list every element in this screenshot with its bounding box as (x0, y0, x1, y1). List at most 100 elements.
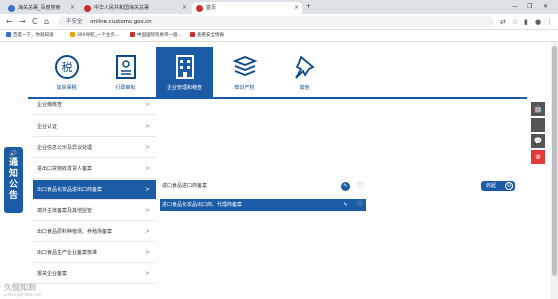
scrollbar-thumb[interactable] (552, 46, 557, 276)
certificate-icon (115, 55, 136, 79)
chevron-right-icon: > (144, 165, 150, 172)
submenu-item-exporter-agent-filing[interactable]: 进口食品化妆品出口商、代理商备案 (160, 199, 366, 211)
category-other[interactable]: 其他 (276, 47, 333, 97)
browser-tab-home[interactable]: 首页 × (192, 2, 302, 14)
profile-icon[interactable]: ● (535, 16, 541, 28)
address-bar-row: ← → C ⌂ 不安全 online.customs.gov.cn ⇄ ☆ ▮ … (0, 14, 558, 30)
apple-app-button[interactable] (531, 118, 545, 132)
chevron-right-icon: > (144, 101, 150, 108)
building-icon (175, 55, 194, 79)
menu-item-label: 企业稽核查 (37, 102, 63, 108)
bookmark-star-icon[interactable]: ☆ (512, 16, 518, 28)
menu-item-customs-broker[interactable]: 报关企业备案 > (33, 264, 156, 284)
menu-item-overseas-entity[interactable]: 境外主体备案及其他监管 > (33, 201, 156, 221)
menu-item-label: 进出口货物收发货人备案 (37, 166, 93, 172)
minimize-button[interactable]: — (512, 0, 518, 14)
sidebar-icon[interactable]: ▮ (524, 16, 528, 28)
menu-item-food-cosmetics-filing[interactable]: 出口食品化妆品进出口商备案 > (33, 180, 156, 200)
close-window-button[interactable]: ✕ (543, 0, 548, 14)
category-intellectual-property[interactable]: 知识产权 (216, 47, 273, 97)
category-enterprise-management[interactable]: 企业管理和稽查 (156, 47, 213, 97)
menu-item-label: 出口食品化妆品进出口商备案 (37, 187, 103, 193)
favorite-star-icon[interactable]: ☆ (356, 200, 364, 209)
bookmark-360[interactable]: 360导航_一个主页... (70, 30, 119, 42)
new-tab-button[interactable]: + (306, 0, 311, 14)
browser-tab-customs[interactable]: 中华人民共和国海关总署 × (80, 2, 190, 14)
edit-icon[interactable]: ✎ (341, 201, 350, 210)
close-side-tools-button[interactable]: ⊗ (531, 150, 545, 164)
security-icon (190, 32, 195, 37)
watermark-sub: jiuhengzhidao.com (4, 292, 42, 297)
menu-item-producer-approval[interactable]: 出口食品生产企业备案核准 > (33, 243, 156, 263)
maximize-button[interactable]: ❐ (527, 0, 532, 14)
wechat-icon: 💬 (533, 137, 543, 145)
tab-title: 海关总署_百度搜索 (18, 5, 61, 11)
menu-item-label: 企业信息公示及异议处理 (37, 145, 93, 151)
translate-icon[interactable]: ⇄ (500, 16, 506, 28)
collapse-button[interactable]: 收起 ⊖ (481, 181, 515, 191)
category-bonded-processing[interactable]: 税 加贸保税 (38, 47, 95, 97)
back-button[interactable]: ← (6, 16, 13, 28)
customs-favicon-icon (84, 5, 91, 12)
close-icon: ⊗ (535, 153, 541, 161)
category-label: 知识产权 (234, 85, 255, 91)
category-label: 行政审批 (115, 85, 136, 91)
tab-close-icon[interactable]: × (182, 2, 187, 14)
notice-floating-tab[interactable]: 🔊 通知公告 (4, 147, 23, 213)
tab-close-icon[interactable]: × (294, 2, 299, 14)
menu-item-farm-filing[interactable]: 出口食品原料种植场、养殖场备案 > (33, 222, 156, 242)
menu-item-label: 境外主体备案及其他监管 (37, 208, 93, 214)
chevron-right-icon: > (144, 249, 150, 256)
wechat-button[interactable]: 💬 (531, 134, 545, 148)
books-icon (232, 56, 257, 76)
category-admin-approval[interactable]: 行政审批 (97, 47, 154, 97)
menu-item-label: 报关企业备案 (37, 271, 68, 277)
menu-item-consignee-filing[interactable]: 进出口货物收发货人备案 > (33, 159, 156, 179)
menu-item-label: 出口食品原料种植场、养殖场备案 (37, 229, 113, 235)
watermark-main: 久恒知到 (4, 283, 36, 292)
reload-button[interactable]: C (32, 16, 38, 28)
browser-tab-baidu[interactable]: 海关总署_百度搜索 × (4, 2, 78, 14)
home-button[interactable]: ⌂ (44, 16, 49, 28)
tax-seal-icon: 税 (54, 55, 79, 79)
page-scrollbar[interactable] (551, 42, 558, 299)
bookmark-label: 查看安全情报 (197, 33, 224, 38)
edit-icon[interactable]: ✎ (341, 182, 350, 191)
category-label: 加贸保税 (56, 85, 77, 91)
bookmark-label: 百度一下，你就知道 (13, 33, 54, 38)
chevron-right-icon: > (144, 270, 150, 277)
chevron-right-icon: > (144, 144, 150, 151)
pushpin-icon (294, 55, 315, 79)
menu-item-enterprise-audit[interactable]: 企业稽核查 > (33, 95, 156, 115)
page-content: 税 加贸保税 行政审批 企业管理和稽查 知识产权 其他 企业稽核查 > 企业认证… (0, 42, 558, 299)
watermark: 久恒知到 jiuhengzhidao.com (4, 282, 42, 297)
bookmark-label: 中国国际贸易单一窗... (137, 33, 182, 38)
bookmark-single-window[interactable]: 中国国际贸易单一窗... (130, 30, 182, 42)
bookmark-label: 360导航_一个主页... (77, 33, 120, 38)
chevron-right-icon: > (144, 123, 150, 130)
favorite-star-icon[interactable]: ☆ (356, 181, 364, 190)
category-label: 其他 (299, 85, 310, 91)
not-secure-label[interactable]: 不安全 (66, 19, 83, 25)
menu-item-label: 企业认证 (37, 124, 58, 130)
url-text: online.customs.gov.cn (90, 19, 152, 25)
collapse-label: 收起 (486, 183, 497, 189)
submenu-item-label: 进口食品化妆品出口商、代理商备案 (162, 202, 243, 208)
svg-text:税: 税 (61, 60, 72, 74)
submenu-item-importer-filing[interactable]: 进口食品进口商备案 (160, 180, 366, 192)
url-field[interactable]: 不安全 online.customs.gov.cn (58, 16, 494, 28)
chevron-right-icon: > (144, 228, 150, 235)
forward-button[interactable]: → (19, 16, 26, 28)
bookmarks-bar: 百度一下，你就知道 360导航_一个主页... 中国国际贸易单一窗... 查看安… (0, 30, 558, 42)
android-app-button[interactable]: 🤖 (531, 102, 545, 116)
menu-item-info-disclosure[interactable]: 企业信息公示及异议处理 > (33, 138, 156, 158)
baidu-icon (6, 32, 11, 37)
bookmark-baidu[interactable]: 百度一下，你就知道 (6, 30, 54, 42)
menu-item-enterprise-certification[interactable]: 企业认证 > (33, 117, 156, 137)
chevron-right-icon: > (144, 186, 150, 193)
menu-icon[interactable]: ⋮ (546, 16, 553, 28)
customs-favicon-icon (196, 5, 203, 12)
tab-close-icon[interactable]: × (70, 2, 75, 14)
bookmark-security[interactable]: 查看安全情报 (190, 30, 224, 42)
menu-item-label: 出口食品生产企业备案核准 (37, 250, 98, 256)
